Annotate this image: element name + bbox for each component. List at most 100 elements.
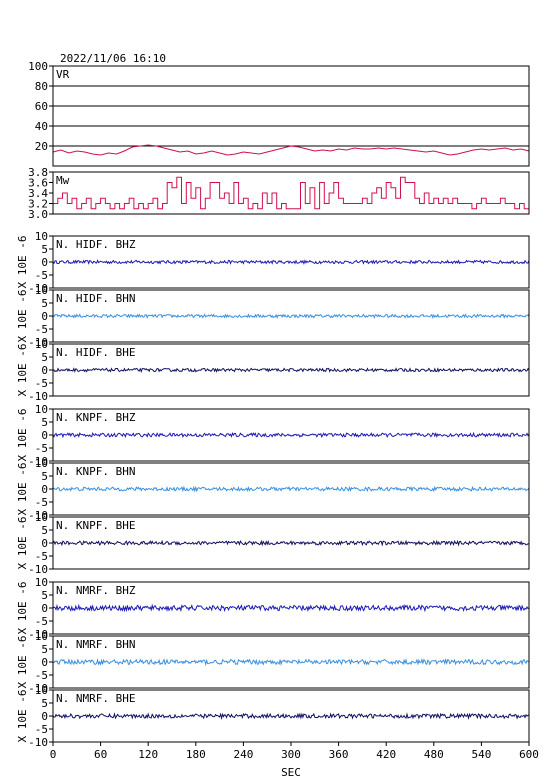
x-tick-label: 60 — [94, 748, 107, 761]
y-tick-label: -5 — [35, 615, 48, 628]
x-tick-label: 600 — [519, 748, 539, 761]
y-axis-label: X 10E -6 — [16, 636, 29, 689]
y-tick-label: 20 — [35, 140, 48, 153]
panel-wave-8: -10-50510N. NMRF. BHZ — [28, 576, 530, 641]
y-tick-label: 5 — [41, 589, 48, 602]
y-tick-label: 5 — [41, 643, 48, 656]
panel-label: VR — [56, 68, 70, 81]
waveform-trace — [52, 367, 530, 374]
y-tick-label: 0 — [41, 310, 48, 323]
waveform-trace — [52, 313, 530, 320]
y-tick-label: 0 — [41, 483, 48, 496]
x-tick-label: 240 — [233, 748, 253, 761]
panel-label: N. NMRF. BHZ — [56, 584, 136, 597]
y-tick-label: 0 — [41, 537, 48, 550]
waveform-trace — [52, 712, 530, 721]
panel-wave-6: -10-50510N. KNPF. BHN — [28, 457, 530, 522]
mw-series-line — [53, 176, 529, 210]
y-axis-label: X 10E -6 — [16, 463, 29, 516]
seismic-figure: 2022/11/06 16:10 20406080100VR3.03.23.43… — [16, 52, 539, 779]
y-tick-label: 0 — [41, 710, 48, 723]
x-axis: 0 60 120 180 240 300 360 420 480 540 600 SEC — [50, 742, 539, 779]
x-tick-label: 360 — [329, 748, 349, 761]
y-tick-label: 0 — [41, 429, 48, 442]
x-tick-label: 180 — [186, 748, 206, 761]
y-tick-label: -5 — [35, 496, 48, 509]
panel-wave-5: -10-50510N. KNPF. BHZ — [28, 403, 530, 468]
y-tick-label: -10 — [28, 390, 48, 403]
y-tick-label: 5 — [41, 243, 48, 256]
panels: 20406080100VR3.03.23.43.63.8Mw-10-50510N… — [16, 60, 530, 749]
y-tick-label: 10 — [35, 230, 48, 243]
y-tick-label: 3.8 — [28, 166, 48, 179]
panel-wave-7: -10-50510 N. KNPF. BHE — [28, 511, 530, 576]
panel-wave-4: -10-50510 N. HIDF. BHE — [28, 338, 530, 403]
figure-datetime: 2022/11/06 16:10 — [60, 52, 166, 65]
y-tick-label: 5 — [41, 697, 48, 710]
panel-label: N. KNPF. BHN — [56, 465, 135, 478]
y-tick-label: 10 — [35, 284, 48, 297]
y-tick-label: -10 — [28, 563, 48, 576]
waveform-trace — [52, 431, 530, 439]
panel-mw-1: 3.03.23.43.63.8Mw — [28, 166, 530, 221]
panel-label: N. KNPF. BHZ — [56, 411, 136, 424]
y-tick-label: 0 — [41, 364, 48, 377]
y-tick-label: 10 — [35, 630, 48, 643]
y-axis-label: X 10E -6 — [16, 236, 29, 289]
y-tick-label: 5 — [41, 470, 48, 483]
y-tick-label: -10 — [28, 736, 48, 749]
panel-label: N. KNPF. BHE — [56, 519, 135, 532]
y-tick-label: 100 — [28, 60, 48, 73]
x-tick-label: 0 — [50, 748, 57, 761]
y-axis-label: X 10E -6 — [16, 290, 29, 343]
y-axis-label: X 10E -6 — [16, 344, 29, 397]
panel-wave-10: -10-50510 N. NMRF. BHE — [28, 684, 530, 749]
y-tick-label: 60 — [35, 100, 48, 113]
y-tick-label: 10 — [35, 511, 48, 524]
y-tick-label: -5 — [35, 269, 48, 282]
y-tick-label: 10 — [35, 403, 48, 416]
waveform-trace — [52, 539, 530, 547]
panel-label: N. NMRF. BHE — [56, 692, 135, 705]
y-tick-label: 0 — [41, 256, 48, 269]
y-tick-label: 40 — [35, 120, 48, 133]
y-tick-label: -5 — [35, 669, 48, 682]
y-axis-label: X 10E -6 — [16, 582, 29, 635]
y-axis-label: X 10E -6 — [16, 409, 29, 462]
waveform-trace — [52, 485, 530, 493]
y-axis-label: X 10E -6 — [16, 517, 29, 570]
panel-wave-2: -10-50510N. HIDF. BHZ — [28, 230, 530, 295]
y-tick-label: 5 — [41, 524, 48, 537]
x-tick-label: 480 — [424, 748, 444, 761]
x-tick-label: 540 — [471, 748, 491, 761]
panel-label: N. HIDF. BHZ — [56, 238, 136, 251]
panel-wave-9: -10-50510N. NMRF. BHN — [28, 630, 530, 695]
panel-label: Mw — [56, 174, 70, 187]
x-tick-label: 120 — [138, 748, 158, 761]
y-tick-label: -5 — [35, 550, 48, 563]
y-tick-label: 10 — [35, 338, 48, 351]
y-tick-label: 5 — [41, 297, 48, 310]
y-tick-label: 5 — [41, 351, 48, 364]
y-tick-label: -5 — [35, 723, 48, 736]
waveform-trace — [52, 259, 530, 265]
y-tick-label: 10 — [35, 684, 48, 697]
waveform-trace — [52, 603, 530, 613]
panel-label: N. HIDF. BHN — [56, 292, 135, 305]
panel-vr-0: 20 40 60 80 100 VR — [28, 60, 530, 167]
y-tick-label: -5 — [35, 377, 48, 390]
y-axis-label: X 10E -6 — [16, 690, 29, 743]
y-tick-label: 0 — [41, 602, 48, 615]
y-tick-label: 5 — [41, 416, 48, 429]
y-tick-label: -5 — [35, 442, 48, 455]
panel-label: N. HIDF. BHE — [56, 346, 135, 359]
x-axis-label: SEC — [281, 766, 301, 779]
y-tick-label: 10 — [35, 457, 48, 470]
y-tick-label: 80 — [35, 80, 48, 93]
waveform-trace — [52, 658, 530, 667]
panel-wave-3: -10-50510N. HIDF. BHN — [28, 284, 530, 349]
y-tick-label: 10 — [35, 576, 48, 589]
panel-label: N. NMRF. BHN — [56, 638, 135, 651]
x-tick-label: 420 — [376, 748, 396, 761]
y-tick-label: -5 — [35, 323, 48, 336]
